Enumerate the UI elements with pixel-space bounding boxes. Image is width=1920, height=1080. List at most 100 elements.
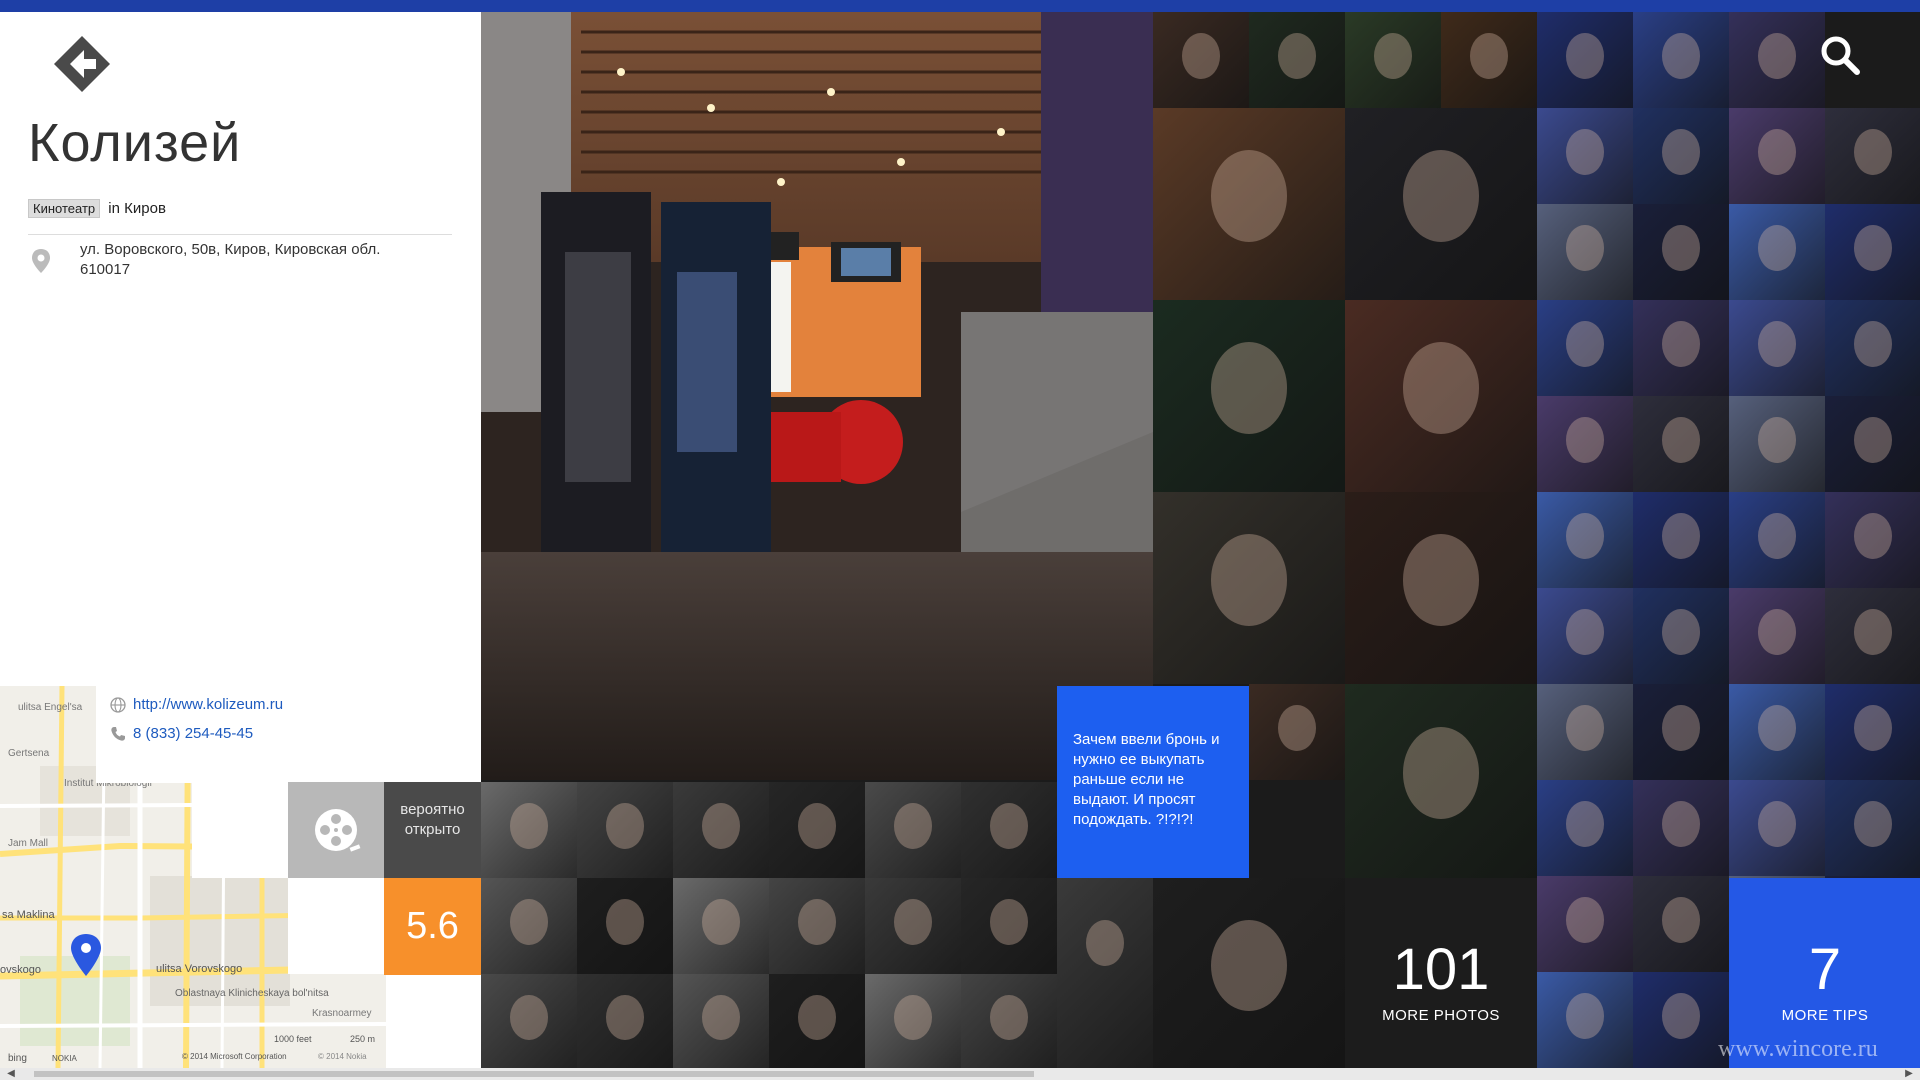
photo-thumbnail[interactable] (865, 878, 961, 974)
photo-thumbnail[interactable] (1633, 300, 1729, 396)
category-tile[interactable] (288, 782, 384, 878)
photo-thumbnail[interactable] (1825, 204, 1920, 300)
photo-thumbnail[interactable] (1825, 396, 1920, 492)
photo-thumbnail[interactable] (1633, 876, 1729, 972)
photo-thumbnail[interactable] (961, 782, 1057, 878)
photo-thumbnail[interactable] (1729, 108, 1825, 204)
photo-subject (509, 899, 549, 946)
rating-tile[interactable]: 5.6 (384, 878, 481, 975)
back-button[interactable] (52, 34, 112, 94)
search-icon (1821, 36, 1860, 75)
horizontal-scrollbar[interactable]: ◀ ▶ (0, 1068, 1920, 1080)
photo-subject (893, 899, 933, 946)
main-photo[interactable] (481, 12, 1153, 780)
website-row[interactable]: http://www.kolizeum.ru (110, 696, 283, 713)
photo-thumbnail[interactable] (1633, 12, 1729, 108)
photo-thumbnail[interactable] (1153, 108, 1345, 300)
photo-thumbnail[interactable] (1537, 108, 1633, 204)
photo-thumbnail[interactable] (1825, 300, 1920, 396)
photo-thumbnail[interactable] (1153, 12, 1249, 108)
photo-thumbnail[interactable] (481, 782, 577, 878)
scroll-thumb[interactable] (34, 1071, 1034, 1077)
scroll-right-icon[interactable]: ▶ (1900, 1068, 1918, 1080)
photo-thumbnail[interactable] (577, 782, 673, 878)
photo-thumbnail[interactable] (769, 878, 865, 974)
photo-subject (1565, 705, 1605, 752)
photo-thumbnail[interactable] (577, 974, 673, 1068)
photo-thumbnail[interactable] (1633, 684, 1729, 780)
photo-thumbnail[interactable] (1825, 780, 1920, 876)
phone-row[interactable]: 8 (833) 254-45-45 (110, 725, 253, 742)
photo-thumbnail[interactable] (1633, 108, 1729, 204)
photo-thumbnail[interactable] (1537, 972, 1633, 1068)
photo-thumbnail[interactable] (1729, 396, 1825, 492)
photo-thumbnail[interactable] (1153, 300, 1345, 492)
photo-thumbnail[interactable] (1825, 492, 1920, 588)
photo-thumbnail[interactable] (1537, 780, 1633, 876)
photo-thumbnail[interactable] (481, 878, 577, 974)
map-label: ulitsa Vorovskogo (156, 963, 242, 975)
photo-thumbnail[interactable] (673, 974, 769, 1068)
photo-thumbnail[interactable] (1729, 204, 1825, 300)
category-badge[interactable]: Кинотеатр (28, 199, 101, 218)
photo-thumbnail[interactable] (577, 878, 673, 974)
photo-thumbnail[interactable] (1537, 204, 1633, 300)
photo-thumbnail[interactable] (1249, 12, 1345, 108)
address[interactable]: ул. Воровского, 50в, Киров, Кировская об… (80, 240, 410, 280)
photo-thumbnail[interactable] (1633, 588, 1729, 684)
photo-thumbnail[interactable] (1825, 684, 1920, 780)
photo-thumbnail[interactable] (1825, 588, 1920, 684)
photo-thumbnail[interactable] (1633, 972, 1729, 1068)
photo-thumbnail[interactable] (1729, 684, 1825, 780)
photo-thumbnail[interactable] (1057, 878, 1153, 1068)
phone-link[interactable]: 8 (833) 254-45-45 (133, 725, 253, 742)
photo-thumbnail[interactable] (1729, 300, 1825, 396)
photo-thumbnail[interactable] (961, 878, 1057, 974)
photo-thumbnail[interactable] (481, 974, 577, 1068)
photo-subject (1757, 129, 1797, 176)
photo-thumbnail[interactable] (1633, 780, 1729, 876)
photo-thumbnail[interactable] (1345, 12, 1441, 108)
photo-thumbnail[interactable] (1729, 492, 1825, 588)
photo-thumbnail[interactable] (1633, 204, 1729, 300)
photo-thumbnail[interactable] (1345, 108, 1537, 300)
photo-thumbnail[interactable] (1153, 878, 1345, 1068)
photo-thumbnail[interactable] (1537, 396, 1633, 492)
photo-thumbnail[interactable] (1345, 684, 1537, 878)
photo-subject (1853, 513, 1893, 560)
photo-subject (1565, 417, 1605, 464)
photo-thumbnail[interactable] (673, 782, 769, 878)
website-link[interactable]: http://www.kolizeum.ru (133, 696, 283, 713)
search-button[interactable] (1815, 30, 1865, 80)
photo-thumbnail[interactable] (1441, 12, 1537, 108)
photo-thumbnail[interactable] (1729, 780, 1825, 876)
photo-thumbnail[interactable] (673, 878, 769, 974)
photo-thumbnail[interactable] (1825, 108, 1920, 204)
photo-subject (893, 803, 933, 850)
photo-thumbnail[interactable] (769, 782, 865, 878)
photo-subject (605, 803, 645, 850)
photo-thumbnail[interactable] (865, 974, 961, 1068)
map-label: ovskogo (0, 964, 41, 976)
photo-thumbnail[interactable] (1345, 492, 1537, 684)
photo-thumbnail[interactable] (865, 782, 961, 878)
scroll-left-icon[interactable]: ◀ (2, 1068, 20, 1080)
photo-thumbnail[interactable] (1249, 684, 1345, 780)
photo-thumbnail[interactable] (961, 974, 1057, 1068)
photo-thumbnail[interactable] (1537, 876, 1633, 972)
photo-thumbnail[interactable] (1633, 396, 1729, 492)
photo-thumbnail[interactable] (1537, 12, 1633, 108)
photo-thumbnail[interactable] (1633, 492, 1729, 588)
photo-thumbnail[interactable] (1537, 684, 1633, 780)
photo-thumbnail[interactable] (1153, 492, 1345, 684)
tip-tile[interactable]: Зачем ввели бронь и нужно ее выкупать ра… (1057, 686, 1249, 878)
photo-thumbnail[interactable] (1537, 300, 1633, 396)
photo-thumbnail[interactable] (1729, 588, 1825, 684)
photo-thumbnail[interactable] (1537, 492, 1633, 588)
photo-subject (1565, 897, 1605, 944)
photo-thumbnail[interactable] (1537, 588, 1633, 684)
more-photos-tile[interactable]: 101 MORE PHOTOS (1345, 878, 1537, 1068)
photo-thumbnail[interactable] (769, 974, 865, 1068)
photo-thumbnail[interactable] (1729, 12, 1825, 108)
photo-thumbnail[interactable] (1345, 300, 1537, 492)
